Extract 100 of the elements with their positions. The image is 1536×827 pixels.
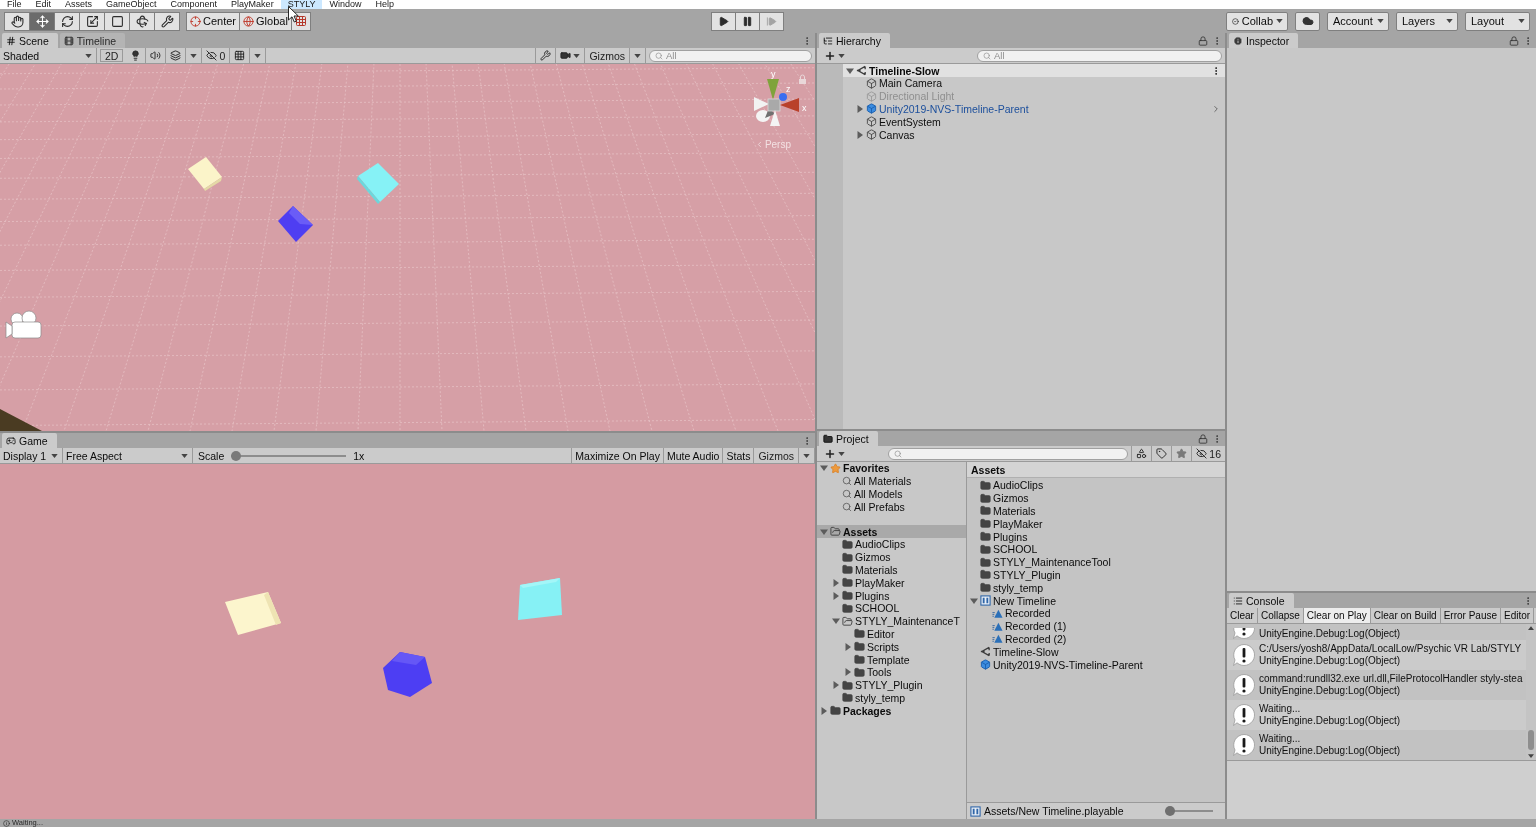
scale-slider[interactable] <box>231 450 347 461</box>
asset-item[interactable]: Timeline-Slow <box>967 645 1225 659</box>
search-field[interactable] <box>888 447 1129 460</box>
folder-tree-item[interactable]: Template <box>817 653 966 666</box>
folder-tree-item[interactable]: STYLY_MaintenanceT <box>817 614 966 628</box>
folder-tree-item[interactable]: Gizmos <box>817 550 966 564</box>
console-toggle[interactable]: Clear on Play <box>1303 608 1371 623</box>
folder-tree-item[interactable]: All Models <box>817 487 966 501</box>
hierarchy-item[interactable]: Canvas <box>843 128 1225 141</box>
asset-item[interactable]: STYLY_MaintenanceTool <box>967 555 1225 569</box>
folder-tree-item[interactable]: Materials <box>817 563 966 577</box>
filter-type-button[interactable] <box>1131 446 1153 461</box>
menu-item[interactable]: STYLY <box>280 0 323 9</box>
folder-tree-item[interactable]: Scripts <box>817 640 966 654</box>
asset-item[interactable]: New Timeline <box>967 594 1225 607</box>
panel-tab[interactable]: Game <box>2 433 57 448</box>
play-button[interactable] <box>711 11 736 31</box>
view-toggle[interactable]: Stats <box>722 448 754 463</box>
right-triangle-icon[interactable] <box>820 706 828 715</box>
folder-tree-item[interactable]: Favorites <box>817 462 966 475</box>
asset-item[interactable]: Recorded <box>967 606 1225 620</box>
asset-item[interactable]: Unity2019-NVS-Timeline-Parent <box>967 658 1225 671</box>
aspect-dropdown[interactable]: Free Aspect <box>63 448 193 463</box>
hand-tool-button[interactable] <box>4 11 30 31</box>
cloud-button[interactable] <box>1295 11 1320 31</box>
log-entry[interactable]: command:rundll32.exe url.dll,FileProtocolHandler styly-stea UnityEngine.Debug:Log(Object) <box>1227 670 1526 700</box>
right-triangle-icon[interactable] <box>832 578 840 587</box>
panel-tab[interactable]: Hierarchy <box>819 33 890 48</box>
menu-item[interactable]: Assets <box>58 0 100 9</box>
asset-item[interactable]: Materials <box>967 504 1225 518</box>
lock-icon[interactable] <box>1509 35 1519 46</box>
display-dropdown[interactable]: Display 1 <box>0 448 63 463</box>
menu-item[interactable]: Component <box>163 0 225 9</box>
asset-item[interactable]: PlayMaker <box>967 517 1225 531</box>
lock-icon[interactable] <box>1198 433 1208 444</box>
gizmos-button[interactable]: Gizmos <box>753 448 799 463</box>
down-triangle-icon[interactable] <box>846 66 854 75</box>
panel-tab[interactable]: Inspector <box>1229 33 1299 48</box>
right-triangle-icon[interactable] <box>844 642 852 651</box>
scale-tool-button[interactable] <box>79 11 105 31</box>
collab-dropdown[interactable]: Collab <box>1226 11 1288 31</box>
folder-tree-item[interactable]: SCHOOL <box>817 601 966 615</box>
menu-item[interactable]: File <box>0 0 29 9</box>
hierarchy-item[interactable]: Unity2019-NVS-Timeline-Parent <box>843 102 1225 116</box>
menu-item[interactable]: Edit <box>28 0 59 9</box>
right-triangle-icon[interactable] <box>832 591 840 600</box>
slider-thumb[interactable] <box>231 450 242 461</box>
asset-item[interactable]: Recorded (1) <box>967 619 1225 633</box>
folder-tree-item[interactable]: Packages <box>817 704 966 718</box>
folder-tree-item[interactable]: Assets <box>817 525 966 538</box>
asset-item[interactable]: Gizmos <box>967 491 1225 505</box>
console-button[interactable]: Editor <box>1501 608 1535 623</box>
asset-item[interactable]: styly_temp <box>967 581 1225 595</box>
asset-item[interactable]: Plugins <box>967 530 1225 543</box>
console-toggle[interactable]: Clear on Build <box>1370 608 1441 623</box>
asset-item[interactable]: Recorded (2) <box>967 632 1225 646</box>
panel-tab[interactable]: Project <box>819 431 878 446</box>
down-triangle-icon[interactable] <box>970 596 978 605</box>
folder-tree-item[interactable]: All Prefabs <box>817 500 966 514</box>
log-entry[interactable]: UnityEngine.Debug:Log(Object) <box>1227 624 1526 640</box>
custom-tool-button[interactable] <box>154 11 180 31</box>
folder-tree-item[interactable]: Tools <box>817 665 966 679</box>
view-toggle[interactable]: Mute Audio <box>662 448 723 463</box>
menu-item[interactable]: Window <box>322 0 369 9</box>
scene-header-row[interactable]: Timeline-Slow <box>843 64 1225 77</box>
down-triangle-icon[interactable] <box>832 617 840 626</box>
folder-tree-item[interactable]: styly_temp <box>817 691 966 705</box>
size-slider[interactable] <box>1165 806 1213 816</box>
panel-tab[interactable]: Timeline <box>59 33 126 48</box>
folder-tree-item[interactable]: All Materials <box>817 474 966 488</box>
axis-gizmo-drawing[interactable] <box>754 79 799 126</box>
layout-dropdown[interactable]: Layout <box>1465 11 1530 31</box>
chevron-right-icon[interactable] <box>1211 104 1221 114</box>
down-triangle-icon[interactable] <box>820 464 828 473</box>
view-toggle[interactable]: Maximize On Play <box>571 448 663 463</box>
folder-tree-item[interactable]: AudioClips <box>817 538 966 551</box>
console-toggle[interactable]: Error Pause <box>1440 608 1502 623</box>
rect-tool-button[interactable] <box>104 11 130 31</box>
tools-button[interactable] <box>535 48 557 63</box>
draw-mode-dropdown[interactable]: Shaded <box>0 48 97 63</box>
console-toggle[interactable]: Collapse <box>1257 608 1304 623</box>
scroll-down-icon[interactable] <box>1528 754 1534 758</box>
scrollbar-thumb[interactable] <box>1528 730 1534 750</box>
transform-tool-button[interactable] <box>129 11 155 31</box>
hierarchy-item[interactable]: EventSystem <box>843 115 1225 129</box>
down-triangle-icon[interactable] <box>820 527 828 536</box>
panel-tab[interactable]: Scene <box>2 33 58 48</box>
hidden-packages-toggle[interactable]: 16 <box>1192 446 1225 461</box>
menu-item[interactable]: Help <box>368 0 401 9</box>
right-triangle-icon[interactable] <box>856 105 864 113</box>
right-triangle-icon[interactable] <box>856 130 864 139</box>
pivot-mode-button[interactable]: Center <box>186 11 241 31</box>
menu-item[interactable]: PlayMaker <box>224 0 281 9</box>
scroll-up-icon[interactable] <box>1528 626 1534 630</box>
pivot-rotation-button[interactable]: Global <box>239 11 292 31</box>
move-tool-button[interactable] <box>29 11 55 31</box>
log-entry[interactable]: Waiting... UnityEngine.Debug:Log(Object) <box>1227 730 1526 760</box>
console-button[interactable]: Clear <box>1227 608 1258 623</box>
account-dropdown[interactable]: Account <box>1327 11 1389 31</box>
menu-item[interactable]: GameObject <box>99 0 164 9</box>
